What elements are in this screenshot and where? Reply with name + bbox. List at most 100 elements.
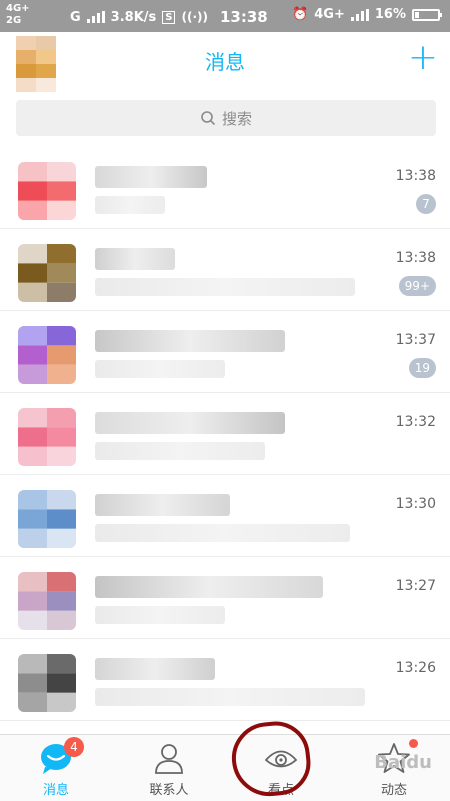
network-type-top: 4G+ <box>6 3 30 14</box>
avatar-pixel <box>18 181 47 201</box>
avatar-pixel <box>47 427 76 447</box>
conversation-time: 13:38 <box>395 168 436 184</box>
search-icon <box>201 111 216 126</box>
network-speed: 3.8K/s <box>110 9 157 25</box>
avatar-pixel <box>18 591 47 611</box>
tab-contacts-label: 联系人 <box>149 783 189 798</box>
conversation-preview-blurred <box>95 524 350 542</box>
conversation-preview-blurred <box>95 688 365 706</box>
avatar-pixel <box>18 200 47 220</box>
avatar-pixel <box>18 326 47 346</box>
avatar-pixelated-image <box>18 490 76 548</box>
conversation-row[interactable]: 13:38 99+ <box>0 228 450 311</box>
alarm-icon: ⏰ <box>292 7 309 22</box>
avatar-pixel <box>47 490 76 510</box>
network-type-right: 4G+ <box>314 7 345 22</box>
conversation-name-blurred <box>95 494 230 516</box>
avatar-pixel <box>47 692 76 712</box>
avatar-pixel <box>18 364 47 384</box>
tab-messages-badge: 4 <box>64 737 84 757</box>
avatar-pixelated-image <box>18 326 76 384</box>
avatar-pixelated-image <box>18 654 76 712</box>
vibrate-icon: ((·)) <box>181 10 208 24</box>
conversation-avatar <box>18 326 76 384</box>
avatar-pixel <box>18 572 47 592</box>
avatar-pixel <box>18 528 47 548</box>
search-bar[interactable]: 搜索 <box>16 100 436 136</box>
conversation-name-blurred <box>95 248 175 270</box>
avatar-pixel <box>18 610 47 630</box>
conversation-time: 13:30 <box>395 496 436 512</box>
status-right: ⏰ 4G+ 16% <box>292 7 442 22</box>
avatar-pixel <box>47 244 76 264</box>
conversation-row[interactable]: 13:27 <box>0 556 450 639</box>
avatar-pixel <box>18 244 47 264</box>
avatar-pixelated-image <box>18 162 76 220</box>
avatar-pixel <box>18 345 47 365</box>
avatar-pixel <box>47 162 76 182</box>
conversation-name-blurred <box>95 330 285 352</box>
unread-badge: 99+ <box>398 276 436 296</box>
avatar-pixel <box>18 509 47 529</box>
unread-badge: 7 <box>416 194 436 214</box>
add-button[interactable]: + <box>408 38 438 78</box>
avatar-pixel <box>18 427 47 447</box>
avatar-pixel <box>18 263 47 283</box>
battery-level <box>415 11 419 18</box>
conversation-avatar <box>18 408 76 466</box>
conversation-avatar <box>18 654 76 712</box>
conversation-avatar <box>18 490 76 548</box>
avatar-pixel <box>47 610 76 630</box>
conversation-preview-blurred <box>95 442 265 460</box>
avatar-pixel <box>18 490 47 510</box>
avatar-pixel <box>18 446 47 466</box>
avatar-pixel <box>47 364 76 384</box>
status-time: 13:38 <box>219 8 268 26</box>
tab-contacts[interactable]: 联系人 <box>124 735 214 801</box>
conversation-name-blurred <box>95 658 215 680</box>
tab-moments-label: 动态 <box>380 783 407 798</box>
avatar-pixel <box>47 654 76 674</box>
conversation-row[interactable]: 13:30 <box>0 474 450 557</box>
conversation-avatar <box>18 162 76 220</box>
tab-messages[interactable]: 4 消息 <box>11 735 101 801</box>
conversation-name-blurred <box>95 576 323 598</box>
avatar-pixel <box>47 200 76 220</box>
unread-badge: 19 <box>408 358 436 378</box>
avatar-pixel <box>18 673 47 693</box>
avatar-pixel <box>47 572 76 592</box>
avatar-pixelated-image <box>18 572 76 630</box>
avatar-pixel <box>18 692 47 712</box>
conversation-row[interactable]: 13:37 19 <box>0 310 450 393</box>
tab-moments-dot <box>409 739 418 748</box>
conversation-time: 13:37 <box>395 332 436 348</box>
network-indicator: 4G+ 2G <box>6 3 30 27</box>
carrier-label: G <box>70 9 81 25</box>
avatar-pixel <box>18 282 47 302</box>
conversation-preview-blurred <box>95 606 225 624</box>
conversation-row[interactable]: 13:38 7 <box>0 146 450 229</box>
contacts-icon <box>155 744 183 774</box>
avatar-pixel <box>47 673 76 693</box>
avatar-pixel <box>47 591 76 611</box>
avatar-pixel <box>47 326 76 346</box>
conversation-time: 13:26 <box>395 660 436 676</box>
avatar-pixelated-image <box>18 408 76 466</box>
conversation-preview-blurred <box>95 278 355 296</box>
status-center: G 3.8K/s S ((·)) 13:38 <box>70 8 268 26</box>
conversation-time: 13:32 <box>395 414 436 430</box>
conversation-row[interactable]: 13:32 <box>0 392 450 475</box>
tab-messages-label: 消息 <box>42 783 69 798</box>
avatar-pixel <box>47 282 76 302</box>
battery-percent: 16% <box>374 7 406 22</box>
avatar-pixelated-image <box>18 244 76 302</box>
battery-icon <box>412 8 442 21</box>
page-title: 消息 <box>205 50 245 74</box>
avatar-pixel <box>47 408 76 428</box>
sim-icon: S <box>162 10 176 24</box>
conversation-list[interactable]: 13:38 7 13:38 99+ 13:37 19 13:32 13:30 13:27 13:2… <box>0 146 450 734</box>
watermark: Baidu <box>374 752 432 773</box>
conversation-avatar <box>18 572 76 630</box>
avatar-pixel <box>18 162 47 182</box>
conversation-row[interactable]: 13:26 <box>0 638 450 721</box>
